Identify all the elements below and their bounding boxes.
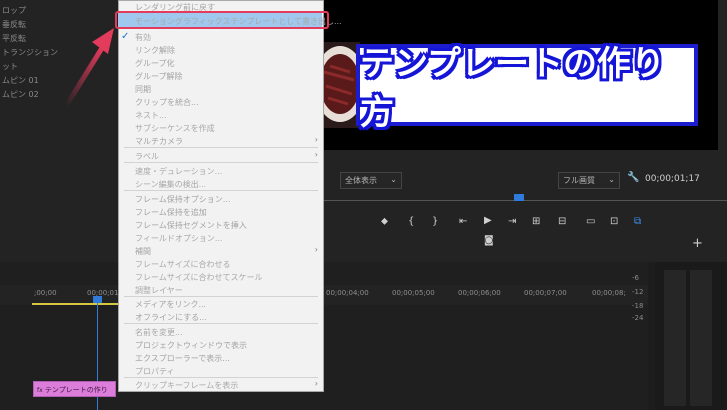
callout-arrow-icon: [63, 28, 114, 108]
effect-item[interactable]: ムピン 02: [2, 89, 39, 100]
menu-separator: [124, 162, 318, 163]
add-marker-icon[interactable]: ⬥: [381, 216, 388, 227]
effect-item[interactable]: 平反転: [2, 33, 26, 44]
menu-item-multicamera[interactable]: マルチカメラ: [135, 136, 183, 147]
ruler-timecode: 00;00;07;00: [524, 289, 567, 297]
menu-item-enable[interactable]: 有効: [135, 32, 151, 43]
menu-item-field-options[interactable]: フィールドオプション...: [135, 233, 222, 244]
vr-video-icon[interactable]: ⊡: [610, 216, 618, 227]
fx-icon: fx: [37, 387, 43, 394]
menu-item-frame-hold-options[interactable]: フレーム保持オプション...: [135, 194, 230, 205]
effect-item[interactable]: ット: [2, 61, 18, 72]
playhead[interactable]: [93, 296, 102, 303]
ruler-timecode: 00;00;08;: [592, 289, 626, 297]
menu-item-scale-to-frame-size[interactable]: フレームサイズに合わせてスケール: [135, 272, 263, 283]
menu-item-reveal-in-project[interactable]: プロジェクトウィンドウで表示: [135, 340, 247, 351]
submenu-arrow-icon: ›: [314, 379, 318, 388]
zoom-select[interactable]: 全体表示 ⌄: [340, 172, 402, 189]
go-to-out-icon[interactable]: ⇥: [508, 216, 516, 227]
menu-item-synchronize[interactable]: 同期: [135, 84, 151, 95]
menu-item-rename[interactable]: 名前を変更...: [135, 327, 183, 338]
ruler-timecode: 00;00;06;00: [458, 289, 501, 297]
menu-item-group[interactable]: グループ化: [135, 58, 175, 69]
submenu-arrow-icon: ›: [314, 150, 318, 159]
insert-icon[interactable]: ⊞: [532, 216, 540, 227]
overwrite-icon[interactable]: ⊟: [558, 216, 566, 227]
menu-item-nest[interactable]: ネスト...: [135, 110, 167, 121]
submenu-arrow-icon: ›: [314, 135, 318, 144]
menu-item-label[interactable]: ラベル: [135, 151, 159, 162]
menu-item-make-subsequence[interactable]: サブシーケンスを作成: [135, 123, 215, 134]
menu-item-set-to-frame-size[interactable]: フレームサイズに合わせる: [135, 259, 231, 270]
menu-separator: [124, 296, 318, 297]
menu-item-ungroup[interactable]: グループ解除: [135, 71, 183, 82]
title-card-text: テンプレートの作り方: [360, 44, 665, 133]
menu-item-insert-frame-hold-segment[interactable]: フレーム保持セグメントを挿入: [135, 220, 247, 231]
menu-item-properties[interactable]: プロパティ: [135, 366, 175, 377]
effect-item[interactable]: ムピン 01: [2, 75, 39, 86]
monitor-playhead[interactable]: [514, 194, 524, 201]
quality-select-value: フル画質: [563, 176, 595, 185]
menu-separator: [124, 323, 318, 324]
go-to-in-icon[interactable]: ⇤: [459, 216, 467, 227]
quality-select[interactable]: フル画質 ⌄: [558, 172, 620, 189]
menu-item-reveal-in-explorer[interactable]: エクスプローラーで表示...: [135, 353, 230, 364]
menu-item-link-media[interactable]: メディアをリンク...: [135, 299, 206, 310]
effect-item[interactable]: ロップ: [2, 5, 26, 16]
menu-item-unlink[interactable]: リンク解除: [135, 45, 175, 56]
comparison-view-icon[interactable]: ▭: [586, 216, 595, 227]
meter-tick: -6: [632, 274, 639, 282]
mark-out-icon[interactable]: }: [432, 216, 438, 227]
timeline-clip[interactable]: fx テンプレートの作り: [33, 381, 116, 397]
context-menu-items: レンダリング前に戻す モーショングラフィックステンプレートとして書き出し... …: [118, 0, 342, 392]
menu-separator: [124, 377, 318, 378]
ruler-timecode: ;00;00: [34, 289, 57, 297]
play-icon[interactable]: ▶: [484, 215, 492, 226]
meter-channel-right: [690, 270, 712, 406]
menu-item-show-clip-keyframes[interactable]: クリップキーフレームを表示: [135, 380, 238, 391]
clip-label: テンプレートの作り: [44, 386, 108, 394]
add-button-icon[interactable]: +: [692, 236, 703, 251]
ruler-timecode: 00;00;04;00: [326, 289, 369, 297]
effect-item[interactable]: トランジション: [2, 47, 58, 58]
menu-separator: [124, 190, 318, 191]
meter-tick: -24: [632, 314, 644, 322]
callout-highlight-box: [115, 11, 329, 29]
meter-channel-left: [664, 270, 686, 406]
work-area-bar[interactable]: [32, 303, 120, 305]
proxy-toggle-icon[interactable]: ⧉: [634, 216, 641, 227]
menu-separator: [124, 147, 318, 148]
menu-item-merge-clips[interactable]: クリップを統合...: [135, 97, 199, 108]
menu-item-speed-duration[interactable]: 速度・デュレーション...: [135, 166, 222, 177]
menu-item-time-interpolation[interactable]: 補間: [135, 246, 151, 257]
export-frame-icon[interactable]: ◙: [484, 235, 494, 246]
submenu-arrow-icon: ›: [314, 245, 318, 254]
menu-item-adjustment-layer[interactable]: 調整レイヤー: [135, 285, 183, 296]
timecode-display: 00;00;01;17: [645, 174, 700, 184]
chevron-down-icon: ⌄: [608, 175, 615, 184]
video-thumbnail: [318, 42, 360, 128]
chevron-down-icon: ⌄: [390, 175, 397, 184]
ruler-timecode: 00;00;05;00: [392, 289, 435, 297]
menu-item-add-frame-hold[interactable]: フレーム保持を追加: [135, 207, 207, 218]
effect-item[interactable]: 垂反転: [2, 19, 26, 30]
meter-tick: -18: [632, 302, 644, 310]
meter-tick: -12: [632, 288, 644, 296]
ruler-timecode: 00;00;01: [87, 289, 119, 297]
menu-item-make-offline[interactable]: オフラインにする...: [135, 312, 207, 323]
wrench-icon[interactable]: 🔧: [627, 172, 639, 183]
menu-item-scene-edit-detection[interactable]: シーン編集の検出...: [135, 179, 206, 190]
mark-in-icon[interactable]: {: [408, 216, 414, 227]
zoom-select-value: 全体表示: [345, 176, 377, 185]
